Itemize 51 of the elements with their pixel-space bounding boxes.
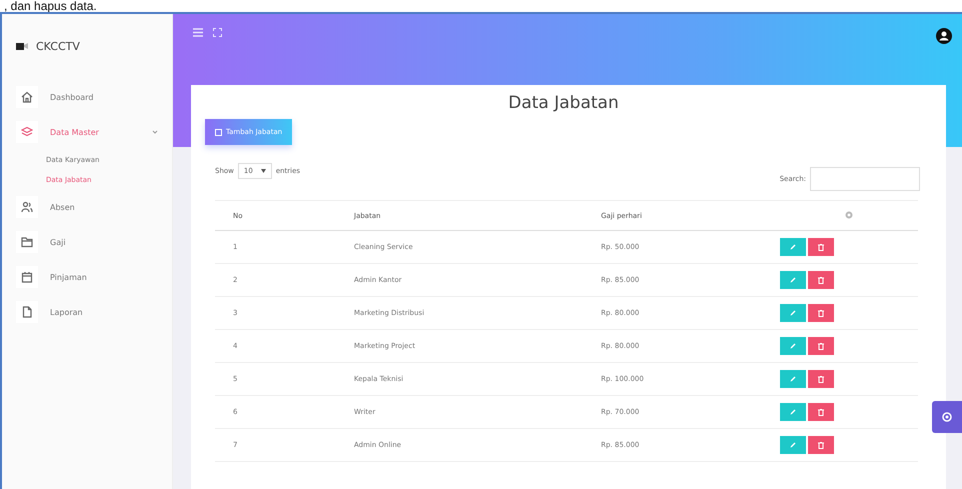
camera-icon (16, 41, 28, 51)
nav-icon (21, 201, 33, 213)
trash-icon (818, 408, 824, 416)
fullscreen-icon[interactable] (213, 28, 222, 37)
nav-icon (21, 126, 33, 138)
edit-button[interactable] (780, 436, 806, 454)
pencil-icon (790, 244, 796, 250)
page-title: Data Jabatan (507, 93, 620, 115)
caption-text: , dan hapus data. (3, 0, 98, 12)
edit-button[interactable] (780, 304, 806, 322)
delete-button[interactable] (808, 337, 834, 355)
delete-button[interactable] (808, 403, 834, 421)
pencil-icon (790, 343, 796, 349)
delete-button[interactable] (808, 304, 834, 322)
edit-button[interactable] (780, 271, 806, 289)
sidebar-item[interactable]: Pinjaman (2, 260, 172, 294)
brand-name: CKCCTV (36, 40, 80, 52)
nav-icon (21, 236, 33, 248)
search-field[interactable] (810, 167, 920, 191)
nav-icon (21, 91, 33, 103)
settings-button[interactable] (932, 401, 962, 433)
sidebar-item[interactable]: Dashboard (2, 80, 172, 114)
edit-button[interactable] (780, 337, 806, 355)
pencil-icon (790, 376, 796, 382)
delete-button[interactable] (808, 238, 834, 256)
edit-button[interactable] (780, 370, 806, 388)
trash-icon (818, 276, 824, 284)
delete-button[interactable] (808, 436, 834, 454)
caret-icon (260, 169, 266, 173)
trash-icon (818, 310, 824, 316)
pencil-icon (790, 409, 796, 415)
delete-button[interactable] (808, 271, 834, 289)
sidebar-item[interactable]: Gaji (2, 225, 172, 259)
sidebar-item[interactable]: Laporan (2, 295, 172, 329)
pencil-icon (790, 310, 796, 316)
nav-icon (21, 271, 33, 283)
edit-button[interactable] (780, 403, 806, 421)
delete-button[interactable] (808, 370, 834, 388)
trash-icon (818, 376, 824, 382)
nav-icon (21, 306, 33, 318)
trash-icon (818, 342, 824, 350)
settings-icon (942, 412, 952, 422)
sidebar-item[interactable]: Absen (2, 190, 172, 224)
pencil-icon (790, 277, 796, 283)
menu-icon[interactable] (193, 28, 203, 37)
edit-button[interactable] (780, 238, 806, 256)
pencil-icon (790, 442, 796, 448)
trash-icon (818, 244, 824, 250)
user-icon[interactable] (936, 28, 952, 44)
trash-icon (818, 442, 824, 448)
sidebar-item[interactable]: Data Master (2, 115, 172, 149)
